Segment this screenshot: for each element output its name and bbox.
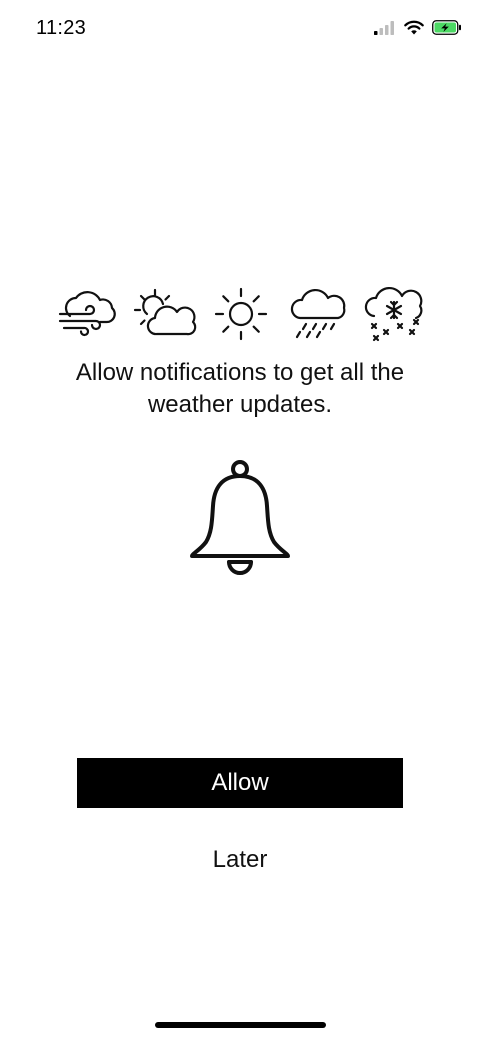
cellular-signal-icon <box>374 20 394 35</box>
weather-icon-row <box>56 286 426 342</box>
snow-cloud-icon <box>364 286 423 342</box>
wifi-icon <box>404 20 424 35</box>
windy-cloud-icon <box>58 291 116 336</box>
status-icons <box>374 20 462 35</box>
sun-icon <box>214 287 268 341</box>
status-bar: 11:23 <box>0 0 480 60</box>
battery-charging-icon <box>432 20 461 35</box>
notification-prompt-text: Allow notifications to get all the weath… <box>75 359 405 418</box>
later-button[interactable]: Later <box>140 840 340 880</box>
bell-icon <box>190 460 290 575</box>
partly-sunny-icon <box>133 288 196 336</box>
allow-button[interactable]: Allow <box>77 758 403 808</box>
rain-cloud-icon <box>290 288 345 339</box>
status-time: 11:23 <box>36 17 87 39</box>
home-indicator[interactable] <box>155 1022 326 1028</box>
